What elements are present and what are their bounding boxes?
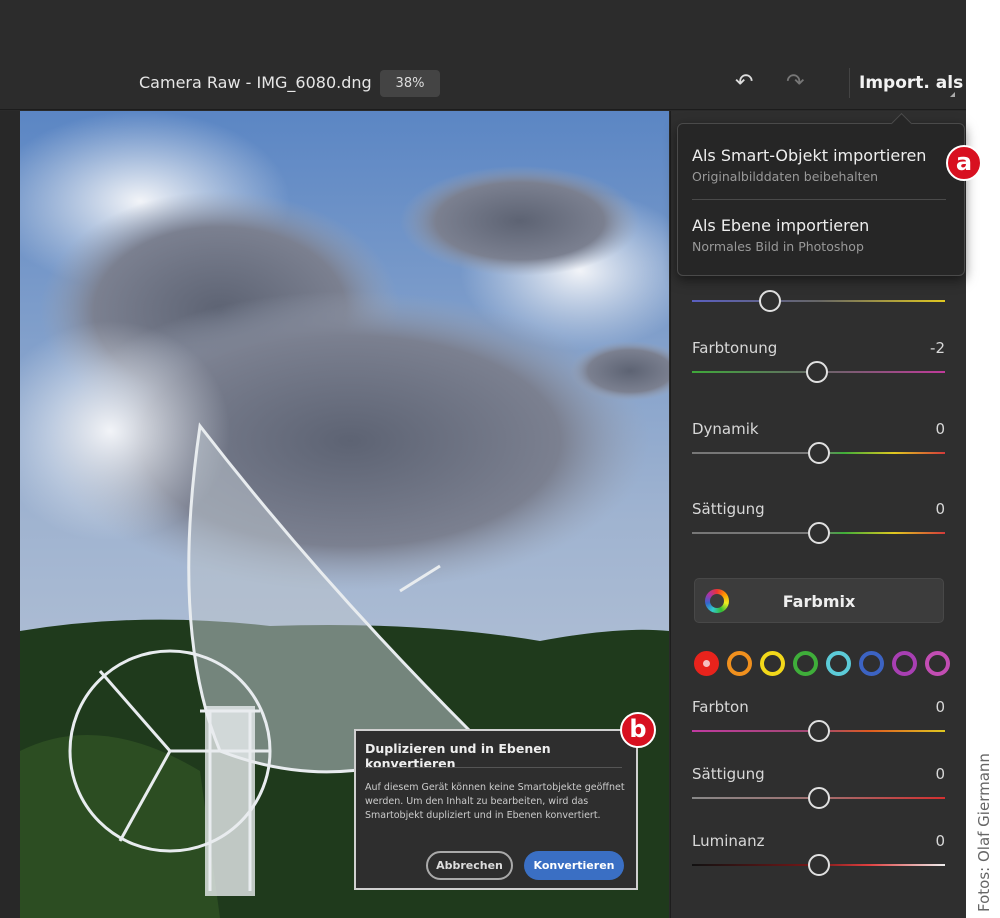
slider-label: Sättigung bbox=[692, 765, 765, 783]
color-channel-3[interactable] bbox=[793, 651, 818, 676]
slider-thumb[interactable] bbox=[807, 787, 830, 809]
zoom-level-button[interactable]: 38% bbox=[380, 70, 440, 97]
top-bar: Camera Raw - IMG_6080.dng 38% ↶ ↷ Import… bbox=[0, 0, 966, 110]
color-channel-selector bbox=[694, 651, 950, 676]
slider-thumb[interactable] bbox=[807, 720, 830, 742]
menu-item-layer[interactable]: Als Ebene importieren Normales Bild in P… bbox=[692, 216, 869, 254]
menu-item-subtitle: Originalbilddaten beibehalten bbox=[692, 169, 879, 184]
convert-dialog: Duplizieren und in Ebenen konvertieren A… bbox=[354, 729, 638, 890]
slider-thumb[interactable] bbox=[806, 361, 829, 383]
photo-credit: Fotos: Olaf Giermann bbox=[975, 753, 993, 912]
slider-thumb[interactable] bbox=[807, 854, 830, 876]
slider-label: Farbtonung bbox=[692, 339, 778, 357]
import-as-menu: Als Smart-Objekt importieren Originalbil… bbox=[677, 123, 965, 276]
color-channel-2[interactable] bbox=[760, 651, 785, 676]
temperature-slider-thumb[interactable] bbox=[759, 290, 782, 312]
color-channel-5[interactable] bbox=[859, 651, 884, 676]
slider-label: Dynamik bbox=[692, 420, 759, 438]
color-channel-4[interactable] bbox=[826, 651, 851, 676]
color-channel-6[interactable] bbox=[892, 651, 917, 676]
menu-item-smart-object[interactable]: Als Smart-Objekt importieren Originalbil… bbox=[692, 146, 926, 184]
document-title: Camera Raw - IMG_6080.dng bbox=[139, 73, 372, 92]
annotation-badge-a: a bbox=[946, 145, 982, 181]
import-as-button[interactable]: Import. als bbox=[859, 73, 963, 93]
slider-value[interactable]: 0 bbox=[935, 765, 945, 783]
dialog-body: Auf diesem Gerät können keine Smartobjek… bbox=[365, 782, 625, 821]
color-channel-0[interactable] bbox=[694, 651, 719, 676]
slider-value[interactable]: 0 bbox=[935, 420, 945, 438]
farbmix-label: Farbmix bbox=[782, 592, 856, 611]
menu-item-title: Als Smart-Objekt importieren bbox=[692, 146, 927, 165]
farbmix-button[interactable]: Farbmix bbox=[694, 578, 944, 623]
color-channel-7[interactable] bbox=[925, 651, 950, 676]
redo-icon[interactable]: ↷ bbox=[786, 70, 804, 95]
slider-thumb[interactable] bbox=[807, 442, 830, 464]
menu-item-subtitle: Normales Bild in Photoshop bbox=[692, 239, 864, 254]
slider-value[interactable]: 0 bbox=[935, 500, 945, 518]
annotation-badge-b: b bbox=[620, 712, 656, 748]
slider-label: Farbton bbox=[692, 698, 749, 716]
undo-icon[interactable]: ↶ bbox=[735, 70, 753, 95]
slider-value[interactable]: 0 bbox=[935, 832, 945, 850]
slider-value[interactable]: -2 bbox=[930, 339, 945, 357]
slider-label: Sättigung bbox=[692, 500, 765, 518]
temperature-slider-track[interactable] bbox=[692, 300, 945, 302]
camera-raw-window: Camera Raw - IMG_6080.dng 38% ↶ ↷ Import… bbox=[0, 0, 982, 918]
slider-label: Luminanz bbox=[692, 832, 765, 850]
slider-thumb[interactable] bbox=[807, 522, 830, 544]
left-strip bbox=[0, 111, 20, 918]
color-channel-1[interactable] bbox=[727, 651, 752, 676]
menu-divider bbox=[692, 199, 946, 200]
cancel-button[interactable]: Abbrechen bbox=[426, 851, 513, 880]
convert-button[interactable]: Konvertieren bbox=[524, 851, 624, 880]
color-wheel-icon bbox=[705, 589, 729, 613]
dialog-divider bbox=[365, 767, 622, 768]
divider bbox=[849, 68, 850, 98]
dropdown-corner-icon bbox=[950, 92, 955, 97]
menu-item-title: Als Ebene importieren bbox=[692, 216, 870, 235]
slider-value[interactable]: 0 bbox=[935, 698, 945, 716]
